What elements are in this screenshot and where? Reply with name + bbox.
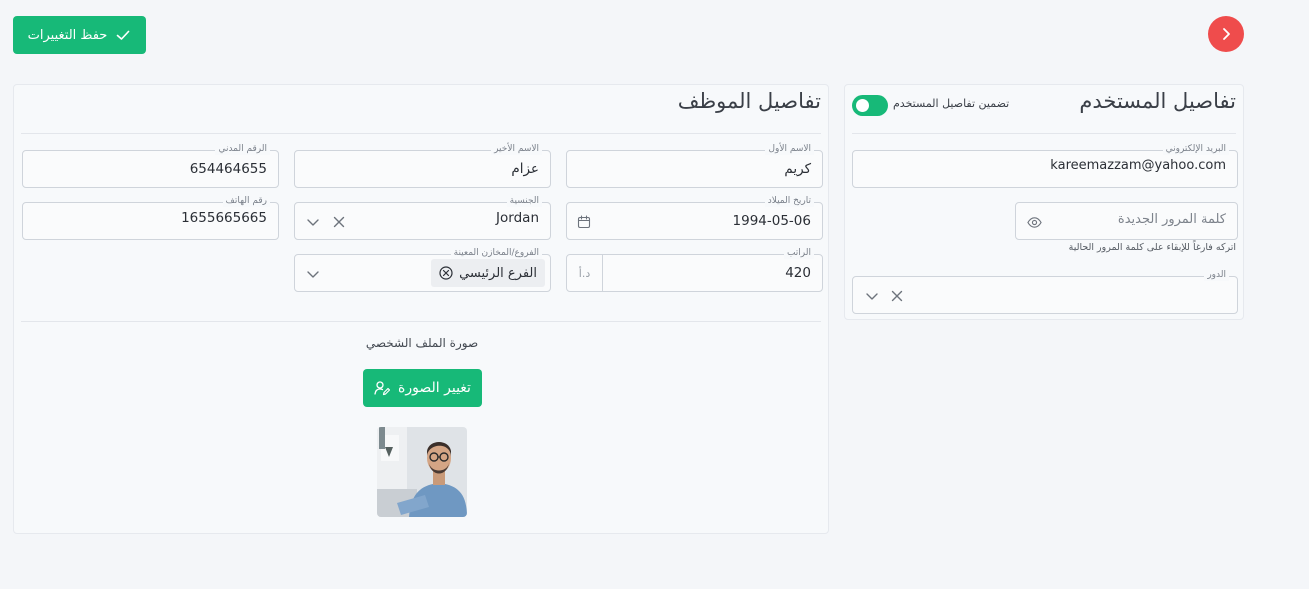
first-name-label: الاسم الأول	[765, 143, 814, 155]
employee-card-title: تفاصيل الموظف	[677, 89, 821, 113]
email-value: kareemazzam@yahoo.com	[1050, 158, 1226, 173]
civil-id-field[interactable]: الرقم المدني 654464655	[22, 143, 279, 188]
calendar-icon[interactable]	[576, 214, 592, 230]
new-password-field[interactable]: كلمة المرور الجديدة	[1015, 202, 1238, 240]
branches-select[interactable]: الفروع/المخازن المعينة الفرع الرئيسي	[294, 247, 551, 292]
profile-photo	[377, 427, 467, 517]
change-photo-button[interactable]: تغيير الصورة	[363, 369, 482, 407]
change-photo-label: تغيير الصورة	[398, 380, 471, 396]
email-label: البريد الإلكتروني	[1162, 143, 1229, 155]
nationality-label: الجنسية	[506, 195, 542, 207]
user-details-card: تفاصيل المستخدم تضمين تفاصيل المستخدم ال…	[844, 84, 1244, 320]
currency-label: د.أ	[578, 266, 591, 280]
branch-chip: الفرع الرئيسي	[431, 259, 545, 287]
save-changes-button[interactable]: حفظ التغييرات	[13, 16, 146, 54]
last-name-value: عزام	[511, 161, 539, 177]
profile-photo-label: صورة الملف الشخصي	[365, 336, 479, 350]
eye-icon[interactable]	[1026, 214, 1042, 230]
phone-value: 1655665665	[181, 210, 267, 226]
birth-date-value: 1994-05-06	[732, 213, 811, 229]
circle-close-icon[interactable]	[439, 266, 453, 280]
user-card-title: تفاصيل المستخدم	[1079, 89, 1236, 113]
civil-id-value: 654464655	[189, 161, 267, 177]
chevron-down-icon[interactable]	[864, 288, 880, 304]
chevron-right-icon	[1223, 28, 1230, 40]
check-icon	[117, 30, 130, 40]
user-card-divider	[852, 133, 1236, 134]
first-name-field[interactable]: الاسم الأول كريم	[566, 143, 823, 188]
close-icon[interactable]	[889, 288, 905, 304]
include-user-toggle-label: تضمين تفاصيل المستخدم	[893, 97, 1010, 110]
role-select[interactable]: الدور	[852, 269, 1238, 314]
back-button[interactable]	[1208, 16, 1244, 52]
toggle-knob	[856, 99, 869, 112]
nationality-value: Jordan	[496, 210, 539, 226]
employee-card-divider-mid	[21, 321, 821, 322]
salary-value: 420	[785, 265, 811, 281]
phone-label: رقم الهاتف	[222, 195, 270, 207]
branches-label: الفروع/المخازن المعينة	[450, 247, 542, 259]
role-label: الدور	[1204, 269, 1229, 281]
employee-card-divider-top	[21, 133, 821, 134]
currency-addon: د.أ	[567, 255, 603, 291]
last-name-field[interactable]: الاسم الأخير عزام	[294, 143, 551, 188]
new-password-hint: اتركه فارغاً للإبقاء على كلمة المرور الح…	[1068, 242, 1236, 253]
save-label: حفظ التغييرات	[27, 27, 108, 43]
email-field[interactable]: البريد الإلكتروني kareemazzam@yahoo.com	[852, 143, 1238, 188]
salary-field[interactable]: الراتب 420 د.أ	[566, 247, 823, 292]
civil-id-label: الرقم المدني	[215, 143, 270, 155]
birth-date-label: تاريخ الميلاد	[764, 195, 814, 207]
last-name-label: الاسم الأخير	[491, 143, 542, 155]
new-password-placeholder: كلمة المرور الجديدة	[1117, 212, 1226, 227]
include-user-toggle[interactable]	[852, 95, 888, 116]
salary-label: الراتب	[783, 247, 814, 259]
nationality-select[interactable]: الجنسية Jordan	[294, 195, 551, 240]
chevron-down-icon[interactable]	[305, 266, 321, 282]
birth-date-field[interactable]: تاريخ الميلاد 1994-05-06	[566, 195, 823, 240]
first-name-value: كريم	[784, 161, 811, 177]
employee-details-card: تفاصيل الموظف الاسم الأول كريم الاسم الأ…	[13, 84, 829, 534]
close-icon[interactable]	[331, 214, 347, 230]
chevron-down-icon[interactable]	[305, 214, 321, 230]
edit-user-icon	[374, 381, 391, 396]
branch-chip-label: الفرع الرئيسي	[459, 265, 537, 281]
phone-field[interactable]: رقم الهاتف 1655665665	[22, 195, 279, 240]
